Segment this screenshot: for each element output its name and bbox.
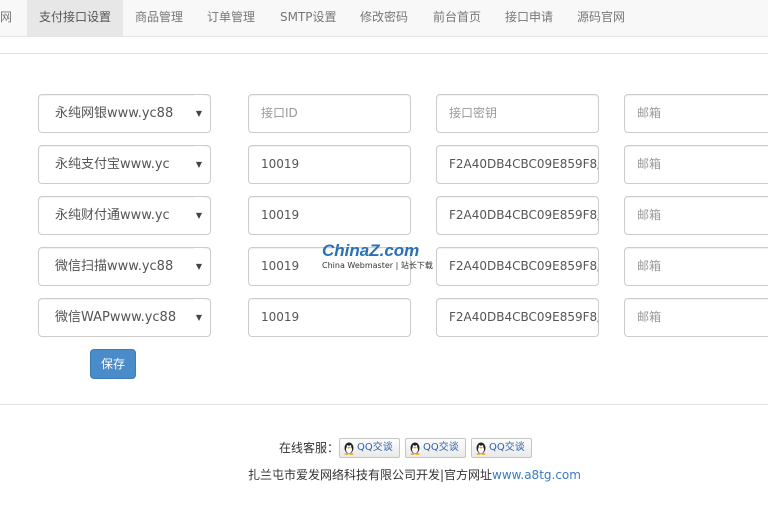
nav-item-site[interactable]: 网 [0,0,22,36]
nav-item-products[interactable]: 商品管理 [135,0,183,36]
api-key-input[interactable]: F2A40DB4CBC09E859F8/ [436,298,599,337]
caret-down-icon: ▼ [194,146,204,183]
top-nav: 网 支付接口设置 商品管理 订单管理 SMTP设置 修改密码 前台首页 接口申请… [0,0,768,37]
caret-down-icon: ▼ [194,248,204,285]
qq-penguin-icon [476,442,486,455]
chinaz-watermark: ChinaZ.com China Webmaster | 站长下载 [322,241,472,273]
qq-penguin-icon [410,442,420,455]
qq-chat-label: QQ交谈 [423,442,459,453]
copyright-line: 扎兰屯市爱发网络科技有限公司开发|官方网址www.a8tg.com [248,467,581,483]
channel-select-value: 永纯财付通www.yc [55,208,170,223]
nav-item-api-apply[interactable]: 接口申请 [505,0,553,36]
channel-select-value: 永纯网银www.yc88 [55,106,174,121]
email-input[interactable]: 邮箱 [624,145,768,184]
copyright-text: 扎兰屯市爱发网络科技有限公司开发|官方网址 [248,468,493,482]
channel-select-value: 微信WAPwww.yc88 [55,310,177,325]
service-label: 在线客服： [279,441,340,455]
channel-select-value: 永纯支付宝www.yc [55,157,170,172]
caret-down-icon: ▼ [194,299,204,336]
email-input[interactable]: 邮箱 [624,94,768,133]
nav-item-source-site[interactable]: 源码官网 [577,0,625,36]
nav-item-payment-settings[interactable]: 支付接口设置 [27,0,123,36]
payment-row: 微信WAPwww.yc88 ▼ 10019 F2A40DB4CBC09E859F8… [0,298,768,338]
nav-item-smtp[interactable]: SMTP设置 [280,0,337,36]
email-input[interactable]: 邮箱 [624,247,768,286]
api-key-input[interactable]: F2A40DB4CBC09E859F8/ [436,196,599,235]
qq-chat-button[interactable]: QQ交谈 [405,438,466,458]
save-button[interactable]: 保存 [90,349,136,379]
api-id-input[interactable]: 接口ID [248,94,411,133]
payment-settings-panel: 永纯网银www.yc88 ▼ 接口ID 接口密钥 邮箱 永纯支付宝www.yc ▼ … [0,53,768,405]
channel-select[interactable]: 微信扫描www.yc88 ▼ [38,247,211,286]
api-id-input[interactable]: 10019 [248,196,411,235]
channel-select[interactable]: 微信WAPwww.yc88 ▼ [38,298,211,337]
api-id-input[interactable]: 10019 [248,145,411,184]
qq-chat-label: QQ交谈 [489,442,525,453]
caret-down-icon: ▼ [194,95,204,132]
payment-row: 永纯网银www.yc88 ▼ 接口ID 接口密钥 邮箱 [0,94,768,134]
channel-select[interactable]: 永纯支付宝www.yc ▼ [38,145,211,184]
payment-row: 永纯支付宝www.yc ▼ 10019 F2A40DB4CBC09E859F8/ … [0,145,768,185]
qq-chat-button[interactable]: QQ交谈 [471,438,532,458]
channel-select[interactable]: 永纯网银www.yc88 ▼ [38,94,211,133]
official-site-link[interactable]: www.a8tg.com [492,468,581,482]
nav-item-change-password[interactable]: 修改密码 [360,0,408,36]
nav-item-orders[interactable]: 订单管理 [207,0,255,36]
payment-row: 永纯财付通www.yc ▼ 10019 F2A40DB4CBC09E859F8/ … [0,196,768,236]
qq-penguin-icon [344,442,354,455]
nav-item-frontpage[interactable]: 前台首页 [433,0,481,36]
channel-select-value: 微信扫描www.yc88 [55,259,174,274]
email-input[interactable]: 邮箱 [624,196,768,235]
channel-select[interactable]: 永纯财付通www.yc ▼ [38,196,211,235]
api-key-input[interactable]: F2A40DB4CBC09E859F8/ [436,145,599,184]
qq-chat-button[interactable]: QQ交谈 [339,438,400,458]
api-id-input[interactable]: 10019 [248,298,411,337]
footer: 在线客服： QQ交谈 QQ交谈 QQ交谈 扎兰屯市爱发网络科技有限公司开发|官方… [0,420,768,510]
caret-down-icon: ▼ [194,197,204,234]
api-key-input[interactable]: 接口密钥 [436,94,599,133]
qq-chat-label: QQ交谈 [357,442,393,453]
watermark-subtitle: China Webmaster | 站长下载 [322,261,433,270]
email-input[interactable]: 邮箱 [624,298,768,337]
watermark-logo: ChinaZ.com [322,241,420,260]
